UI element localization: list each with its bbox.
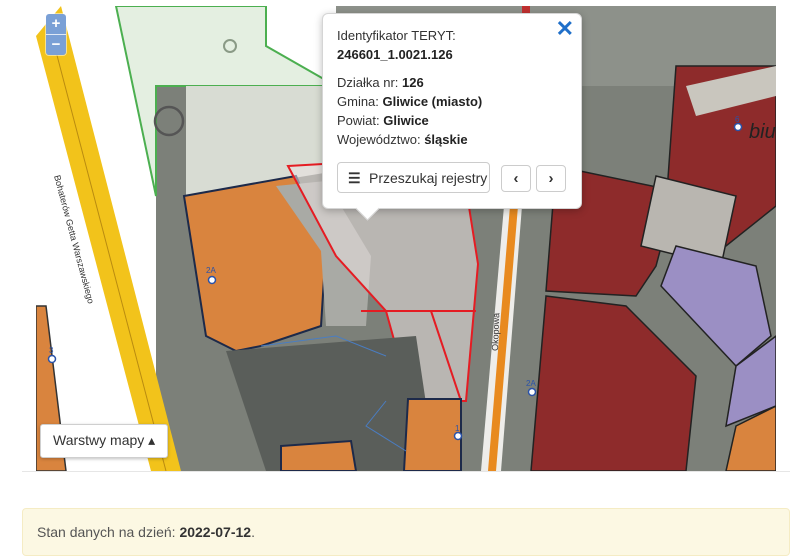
teryt-value: 246601_1.0021.126 [337,47,453,62]
next-button[interactable]: › [536,165,566,192]
data-status-alert: Stan danych na dzień: 2022-07-12. [22,508,790,556]
divider [22,471,790,472]
zoom-out-button[interactable]: − [46,34,66,55]
zoom-control: + − [46,14,66,55]
parcel-info-popup: ✕ Identyfikator TERYT: 246601_1.0021.126… [322,13,582,221]
search-registers-button[interactable]: ☰ Przeszukaj rejestry [337,162,490,193]
wojewodztwo-row: Województwo: śląskie [337,132,468,147]
parcel-label-2a-right: 2A [526,379,536,388]
parcel-label-1: 1 [455,424,460,433]
parcel-label-3: 3 [49,346,54,355]
parcel-number: Działka nr: 126 [337,75,424,90]
parcel-label-6: 6 [735,115,740,124]
street-label-okopowa: Okopowa [490,313,501,351]
map-layers-button[interactable]: Warstwy mapy ▴ [40,424,169,458]
powiat-row: Powiat: Gliwice [337,113,429,128]
teryt-label: Identyfikator TERYT: [337,28,456,43]
zoom-in-button[interactable]: + [46,14,66,34]
close-icon[interactable]: ✕ [556,17,574,41]
status-date: 2022-07-12 [179,524,252,540]
prev-button[interactable]: ‹ [501,165,531,192]
gmina-row: Gmina: Gliwice (miasto) [337,94,483,109]
place-label: biu [749,121,776,143]
parcel-label-2a-left: 2A [206,266,216,275]
list-icon: ☰ [348,170,361,186]
